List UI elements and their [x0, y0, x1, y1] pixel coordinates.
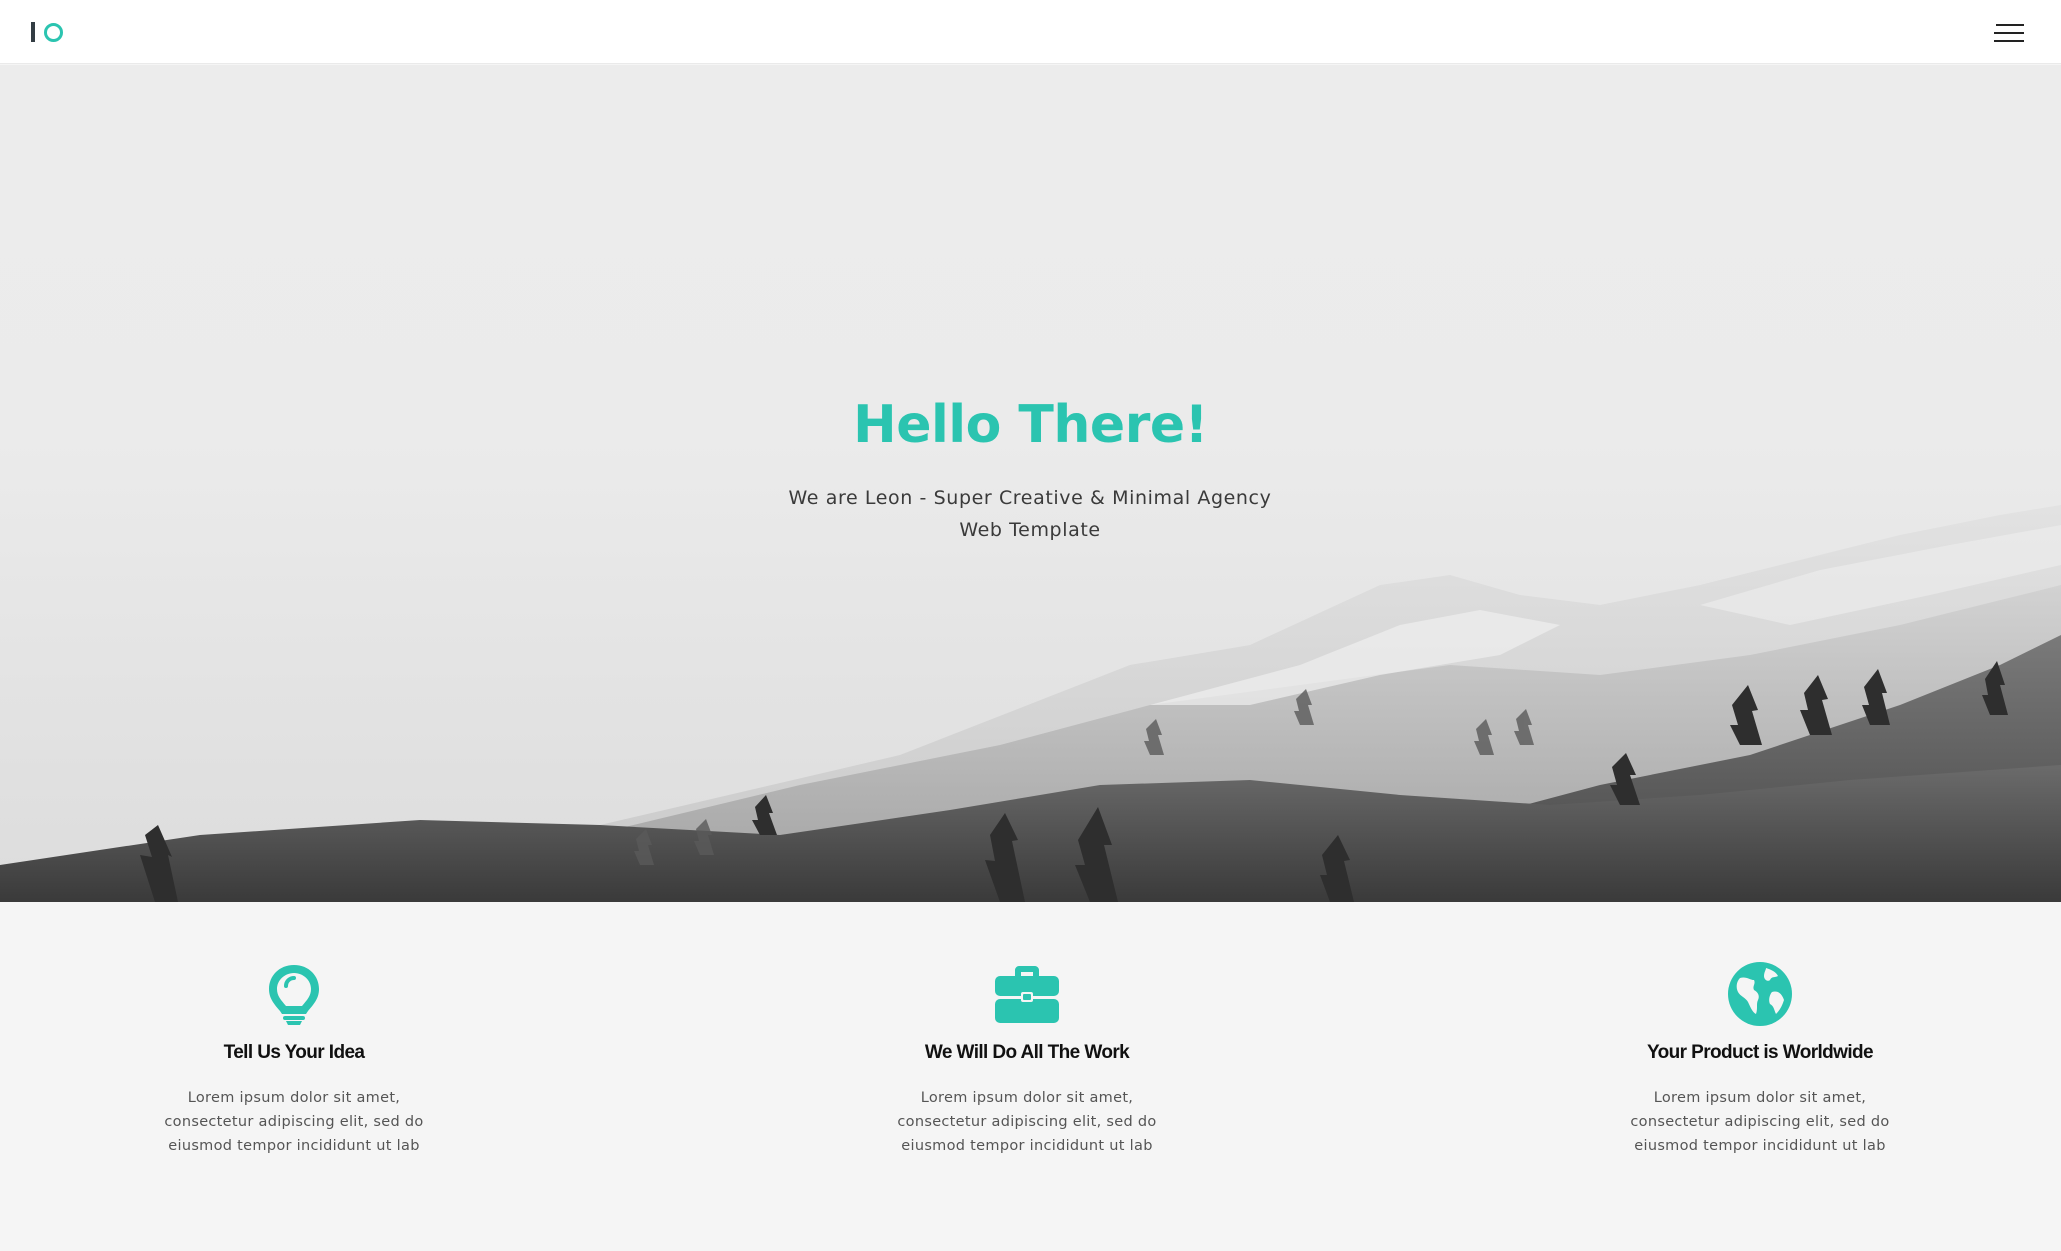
lightbulb-icon — [269, 965, 319, 1025]
site-header — [0, 0, 2061, 64]
features-section: Tell Us Your Idea Lorem ipsum dolor sit … — [0, 902, 2061, 1251]
hamburger-menu-icon[interactable] — [1990, 22, 2024, 44]
feature-text: Lorem ipsum dolor sit amet, consectetur … — [164, 1090, 424, 1154]
hero-section: Hello There! We are Leon - Super Creativ… — [0, 65, 2061, 902]
logo-bar — [31, 22, 35, 42]
globe-icon — [1728, 962, 1792, 1026]
feature-title: We Will Do All The Work — [924, 1042, 1130, 1063]
briefcase-icon — [995, 966, 1059, 1023]
io-logo-icon[interactable] — [31, 20, 63, 44]
feature-title: Tell Us Your Idea — [223, 1042, 365, 1063]
logo-ring — [44, 22, 63, 42]
feature-text: Lorem ipsum dolor sit amet, consectetur … — [1630, 1090, 1890, 1154]
menu-line — [1994, 32, 2024, 34]
menu-line — [1994, 40, 2024, 42]
menu-line — [1996, 24, 2024, 26]
hero-title: Hello There! — [853, 395, 1208, 455]
feature-text: Lorem ipsum dolor sit amet, consectetur … — [897, 1090, 1157, 1154]
feature-title: Your Product is Worldwide — [1646, 1042, 1874, 1063]
hero-subtitle: We are Leon - Super Creative & Minimal A… — [788, 487, 1272, 541]
